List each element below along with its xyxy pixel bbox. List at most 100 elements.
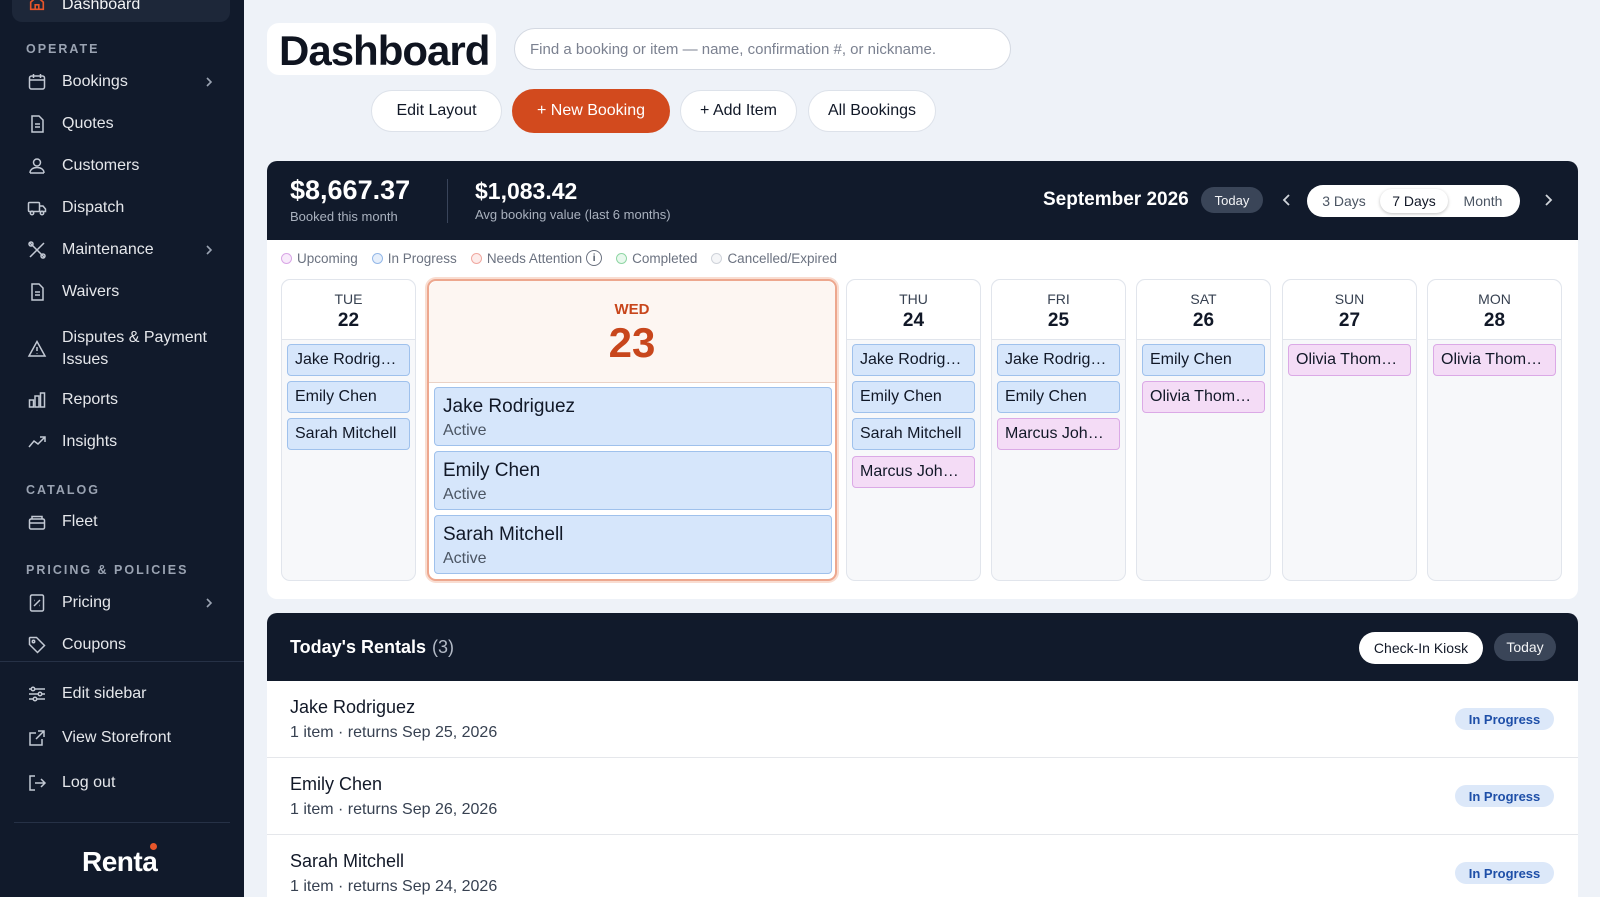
check-in-kiosk-button[interactable]: Check-In Kiosk [1359, 632, 1483, 664]
sidebar-item-quotes[interactable]: Quotes [0, 106, 244, 142]
booking-chip[interactable]: Emily Chen [997, 381, 1120, 413]
legend-label: Completed [632, 250, 698, 266]
booking-status: Active [443, 422, 487, 439]
truck-icon [27, 201, 47, 216]
tools-icon [28, 241, 46, 259]
day-of-week: WED [614, 301, 650, 318]
sidebar-item-coupons[interactable]: Coupons [0, 627, 244, 663]
sidebar-item-dispatch[interactable]: Dispatch [0, 190, 244, 226]
booking-chip[interactable]: Sarah Mitchell [852, 418, 975, 450]
day-of-week: SAT [1190, 291, 1217, 307]
legend-cancelled: Cancelled/Expired [711, 251, 837, 266]
rentals-header: Today's Rentals (3) Check-In Kiosk Today [267, 613, 1578, 681]
booking-chip[interactable]: Sarah Mitchell [287, 418, 410, 450]
rentals-today-button[interactable]: Today [1494, 633, 1556, 661]
booking-chip[interactable]: Olivia Thompson [1288, 344, 1411, 376]
booking-card[interactable]: Jake Rodriguez Active [434, 387, 832, 446]
status-legend: Upcoming In Progress Needs Attention i Co… [281, 249, 851, 267]
info-icon[interactable]: i [586, 250, 603, 266]
booking-chip[interactable]: Jake Rodriguez [997, 344, 1120, 376]
calendar-today-button[interactable]: Today [1201, 187, 1263, 213]
booking-card[interactable]: Sarah Mitchell Active [434, 515, 832, 574]
chevron-right-icon[interactable] [1541, 193, 1555, 207]
booking-chip[interactable]: Emily Chen [287, 381, 410, 413]
new-booking-button[interactable]: + New Booking [512, 89, 670, 133]
document-icon [31, 115, 44, 133]
add-item-button[interactable]: + Add Item [680, 90, 797, 132]
sidebar-item-insights[interactable]: Insights [0, 424, 244, 460]
booking-chip[interactable]: Olivia Thompson [1433, 344, 1556, 376]
legend-label: Upcoming [297, 250, 358, 266]
sidebar-item-disputes[interactable]: Disputes & Payment Issues [0, 326, 244, 372]
booking-chip[interactable]: Jake Rodriguez [287, 344, 410, 376]
legend-in-progress: In Progress [371, 251, 457, 266]
sliders-icon [29, 686, 45, 702]
sidebar-item-label: Reports [62, 391, 119, 408]
day-of-week: MON [1478, 291, 1511, 307]
booking-chip[interactable]: Olivia Thompson [1142, 381, 1265, 413]
brand-logo: Renta [82, 846, 158, 877]
booking-card[interactable]: Emily Chen Active [434, 451, 832, 510]
avg-booking-label: Avg booking value (last 6 months) [475, 207, 671, 222]
booking-chip[interactable]: Jake Rodriguez [852, 344, 975, 376]
sidebar-item-label: Dispatch [62, 199, 125, 216]
rental-customer: Jake Rodriguez [290, 697, 416, 717]
rental-row[interactable]: Jake Rodriguez 1 item · returns Sep 25, … [267, 681, 1578, 758]
booking-chip[interactable]: Emily Chen [852, 381, 975, 413]
sidebar-item-label: Edit sidebar [62, 685, 147, 702]
view-7-days[interactable]: 7 Days [1380, 189, 1448, 213]
bar-chart-icon [28, 392, 46, 408]
calendar-icon [28, 74, 46, 90]
day-column-sun: SUN 27 Olivia Thompson [1282, 279, 1417, 581]
day-of-week: TUE [334, 291, 363, 307]
day-number: 22 [337, 310, 360, 331]
booking-chip[interactable]: Emily Chen [1142, 344, 1265, 376]
day-number: 27 [1338, 310, 1361, 331]
legend-completed: Completed [616, 251, 697, 266]
avg-booking-value: $1,083.42 [475, 178, 578, 204]
sidebar-item-maintenance[interactable]: Maintenance [0, 232, 244, 268]
rental-row[interactable]: Emily Chen 1 item · returns Sep 26, 2026… [267, 758, 1578, 835]
day-column-sat: SAT 26 Emily Chen Olivia Thompson [1136, 279, 1271, 581]
sidebar-item-label: Quotes [62, 115, 114, 132]
sidebar-item-label: View Storefront [62, 729, 172, 746]
edit-layout-button[interactable]: Edit Layout [371, 90, 502, 132]
booked-month-label: Booked this month [290, 209, 398, 224]
day-of-week: FRI [1047, 291, 1070, 307]
view-month[interactable]: Month [1451, 189, 1515, 213]
chevron-right-icon [206, 598, 213, 608]
section-catalog: CATALOG [26, 483, 100, 497]
legend-dot-icon [616, 252, 628, 264]
page-title: Dashboard [279, 27, 490, 74]
sidebar-item-dashboard[interactable]: Dashboard [12, 0, 230, 22]
sidebar-item-reports[interactable]: Reports [0, 382, 244, 418]
sidebar-item-waivers[interactable]: Waivers [0, 274, 244, 310]
booking-chip[interactable]: Marcus Johnson [852, 456, 975, 488]
sidebar-item-pricing[interactable]: Pricing [0, 585, 244, 621]
legend-upcoming: Upcoming [281, 251, 358, 266]
day-column-tue: TUE 22 Jake Rodriguez Emily Chen Sarah M… [281, 279, 416, 581]
day-header: TUE 22 [282, 280, 415, 340]
booked-month-value: $8,667.37 [290, 175, 411, 205]
sidebar-item-view-storefront[interactable]: View Storefront [0, 720, 244, 756]
chevron-left-icon[interactable] [1280, 193, 1294, 207]
booking-chip[interactable]: Marcus Johnson [997, 418, 1120, 450]
chevron-right-icon [206, 77, 213, 87]
rental-details: 1 item · returns Sep 24, 2026 [290, 878, 498, 895]
sidebar-item-log-out[interactable]: Log out [0, 765, 244, 801]
legend-label: Needs Attention [486, 250, 583, 266]
sidebar-divider [14, 822, 230, 823]
legend-dot-icon [371, 252, 383, 264]
sidebar-item-label: Bookings [62, 73, 128, 90]
sidebar-item-fleet[interactable]: Fleet [0, 504, 244, 540]
sidebar-item-edit-sidebar[interactable]: Edit sidebar [0, 676, 244, 712]
day-header: FRI 25 [992, 280, 1125, 340]
sidebar-item-bookings[interactable]: Bookings [0, 64, 244, 100]
sidebar-item-customers[interactable]: Customers [0, 148, 244, 184]
view-3-days[interactable]: 3 Days [1311, 189, 1377, 213]
rental-customer: Emily Chen [290, 774, 383, 794]
calendar-header: $8,667.37 Booked this month $1,083.42 Av… [267, 161, 1578, 240]
rental-row[interactable]: Sarah Mitchell 1 item · returns Sep 24, … [267, 835, 1578, 897]
all-bookings-button[interactable]: All Bookings [808, 90, 936, 132]
search-input[interactable] [514, 28, 1011, 70]
